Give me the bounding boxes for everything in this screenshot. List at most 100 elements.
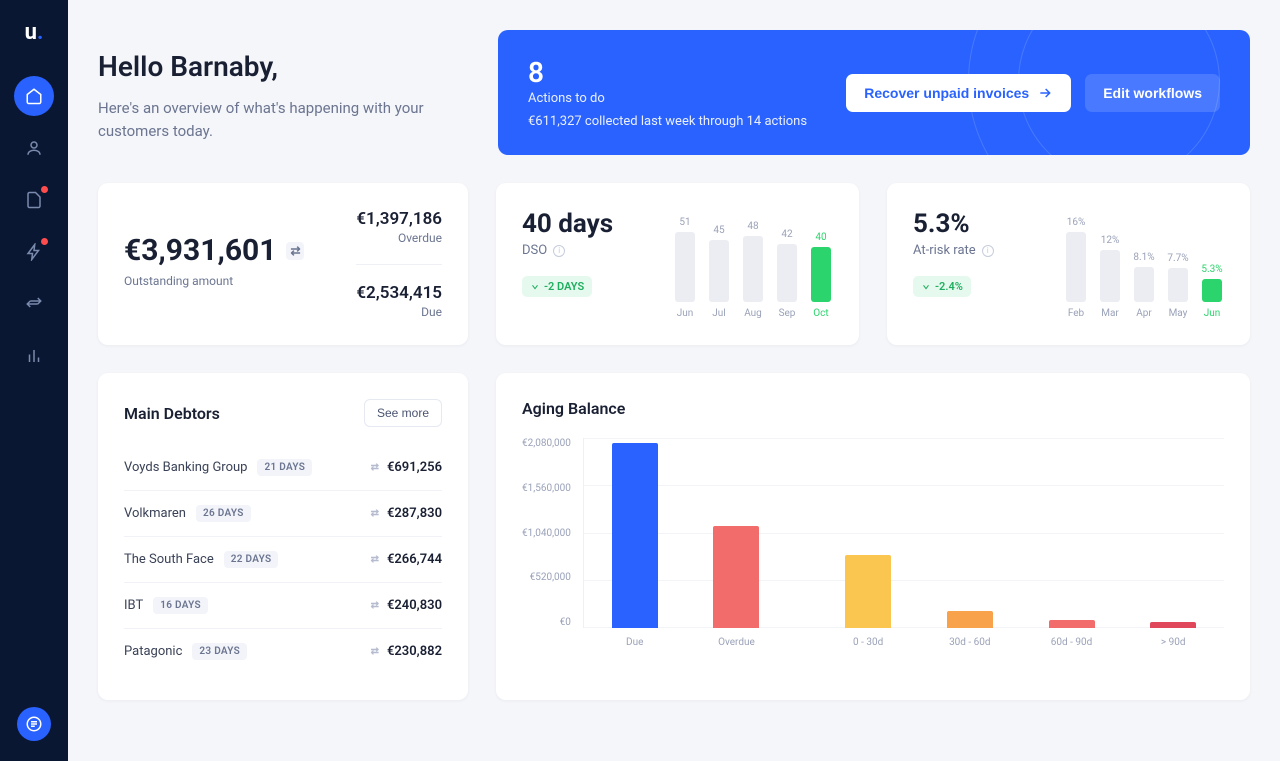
atrisk-delta-badge: -2.4% [913, 276, 971, 297]
aging-bar-slot: > 90d [1122, 622, 1224, 628]
atrisk-value: 5.3% [913, 209, 994, 239]
swap-icon: ⇄ [371, 508, 379, 519]
file-icon [25, 191, 43, 209]
recover-invoices-label: Recover unpaid invoices [864, 85, 1029, 101]
trend-down-icon [921, 282, 931, 292]
nav-transfers[interactable] [14, 284, 54, 324]
sidebar: u. [0, 0, 68, 761]
debtor-amount: €266,744 [387, 552, 442, 567]
days-badge: 21 DAYS [257, 459, 312, 476]
home-icon [25, 87, 43, 105]
aging-bar [845, 555, 891, 628]
dso-label: DSO [522, 243, 547, 258]
outstanding-amount: €3,931,601 ⇄ [124, 233, 304, 268]
chart-bar: 51Jun [673, 217, 697, 319]
arrow-right-icon [1037, 85, 1053, 101]
nav-customers[interactable] [14, 128, 54, 168]
transfer-icon [25, 295, 43, 313]
aging-bars: DueOverdue 0 - 30d30d - 60d60d - 90d> 90d [584, 438, 1224, 628]
aging-bar-slot: 30d - 60d [919, 611, 1021, 628]
debtors-title: Main Debtors [124, 404, 220, 423]
actions-label: Actions to do [528, 91, 807, 106]
chart-bar: 16%Feb [1064, 217, 1088, 319]
debtor-row[interactable]: The South Face 22 DAYS ⇄ €266,744 [124, 537, 442, 583]
aging-bar-label: 0 - 30d [853, 637, 883, 648]
user-icon [25, 139, 43, 157]
atrisk-label: At-risk rate [913, 243, 976, 258]
aging-bar-slot: Due [584, 443, 686, 628]
aging-card: Aging Balance €2,080,000€1,560,000€1,040… [496, 373, 1250, 700]
outstanding-card: €3,931,601 ⇄ Outstanding amount €1,397,1… [98, 183, 468, 345]
aging-bar-slot: Overdue [686, 526, 788, 628]
overdue-label: Overdue [356, 231, 442, 245]
debtor-row[interactable]: Voyds Banking Group21 DAYS⇄€691,256 [124, 445, 442, 491]
dso-delta-text: -2 DAYS [544, 280, 584, 293]
chart-bar: 12%Mar [1098, 235, 1122, 320]
chart-bar: 5.3%Jun [1200, 264, 1224, 319]
chart-bar: 7.7%May [1166, 253, 1190, 319]
aging-bar [1150, 622, 1196, 628]
swap-icon: ⇄ [371, 554, 379, 565]
logo: u. [20, 20, 48, 48]
edit-workflows-button[interactable]: Edit workflows [1085, 74, 1220, 112]
greeting-subtitle: Here's an overview of what's happening w… [98, 97, 468, 142]
nav-analytics[interactable] [14, 336, 54, 376]
dso-delta-badge: -2 DAYS [522, 276, 592, 297]
outstanding-label: Outstanding amount [124, 274, 304, 288]
info-icon[interactable]: i [982, 245, 994, 257]
nav-invoices[interactable] [14, 180, 54, 220]
recover-invoices-button[interactable]: Recover unpaid invoices [846, 74, 1071, 112]
help-icon [25, 715, 43, 733]
atrisk-delta-text: -2.4% [935, 280, 963, 293]
bolt-icon [25, 243, 43, 261]
aging-chart: €2,080,000€1,560,000€1,040,000€520,000€0… [522, 438, 1224, 628]
aging-bar-slot: 60d - 90d [1021, 620, 1123, 628]
help-button[interactable] [17, 707, 51, 741]
chart-bar: 48Aug [741, 221, 765, 319]
nav-actions[interactable] [14, 232, 54, 272]
dso-card: 40 days DSO i -2 DAYS 51Jun45Jul48Aug42S… [496, 183, 859, 345]
aging-y-axis: €2,080,000€1,560,000€1,040,000€520,000€0 [522, 438, 571, 628]
aging-bar-label: > 90d [1161, 637, 1186, 648]
aging-bar-label: 60d - 90d [1051, 637, 1092, 648]
debtor-name: IBT [124, 598, 143, 613]
dso-chart: 51Jun45Jul48Aug42Sep40Oct [673, 209, 833, 319]
actions-subtext: €611,327 collected last week through 14 … [528, 114, 807, 129]
aging-bar [713, 526, 759, 628]
see-more-button[interactable]: See more [364, 399, 442, 427]
days-badge: 22 DAYS [224, 551, 279, 568]
debtors-list: Voyds Banking Group21 DAYS⇄€691,256Volkm… [124, 445, 442, 674]
debtor-row[interactable]: Volkmaren26 DAYS⇄€287,830 [124, 491, 442, 537]
nav-home[interactable] [14, 76, 54, 116]
chart-bar: 40Oct [809, 232, 833, 319]
greeting-block: Hello Barnaby, Here's an overview of wha… [98, 30, 468, 155]
aging-bar [612, 443, 658, 628]
due-label: Due [356, 305, 442, 319]
aging-title: Aging Balance [522, 399, 1224, 418]
currency-swap-icon[interactable]: ⇄ [286, 242, 304, 260]
swap-icon: ⇄ [371, 462, 379, 473]
atrisk-card: 5.3% At-risk rate i -2.4% 16%Feb12%Mar8.… [887, 183, 1250, 345]
debtor-name: The South Face [124, 552, 214, 567]
notification-badge [41, 238, 48, 245]
debtor-amount: €240,830 [387, 598, 442, 613]
chart-bar: 45Jul [707, 225, 731, 319]
days-badge: 16 DAYS [153, 597, 208, 614]
aging-bar [947, 611, 993, 628]
debtor-amount: €287,830 [387, 506, 442, 521]
debtors-card: Main Debtors See more Voyds Banking Grou… [98, 373, 468, 700]
notification-badge [41, 186, 48, 193]
overdue-value: €1,397,186 [356, 209, 442, 229]
chart-icon [25, 347, 43, 365]
debtor-row[interactable]: Patagonic23 DAYS⇄€230,882 [124, 629, 442, 674]
aging-bar-label: Overdue [718, 637, 755, 648]
debtor-row[interactable]: IBT16 DAYS⇄€240,830 [124, 583, 442, 629]
info-icon[interactable]: i [553, 245, 565, 257]
aging-bar [1049, 620, 1095, 628]
aging-bar-slot: 0 - 30d [817, 555, 919, 628]
actions-banner: 8 Actions to do €611,327 collected last … [498, 30, 1250, 155]
actions-count: 8 [528, 56, 807, 89]
debtor-amount: €691,256 [387, 460, 442, 475]
debtor-amount: €230,882 [387, 644, 442, 659]
aging-bar-label: Due [626, 637, 643, 648]
